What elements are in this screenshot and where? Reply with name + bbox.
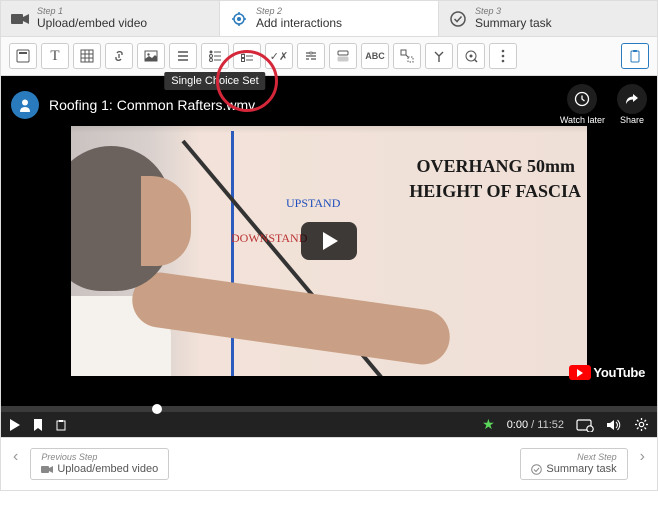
fill-blanks-button[interactable] xyxy=(297,43,325,69)
bookmark-control[interactable] xyxy=(33,418,43,432)
play-button[interactable] xyxy=(301,222,357,260)
video-content: OVERHANG 50mm HEIGHT OF FASCIA UPSTAND D… xyxy=(1,76,657,406)
nav-label: Next Step xyxy=(531,453,616,463)
step-title: Summary task xyxy=(475,17,552,30)
image-button[interactable] xyxy=(137,43,165,69)
truefalse-button[interactable]: ✓✗ xyxy=(265,43,293,69)
nav-label: Previous Step xyxy=(41,453,158,463)
play-icon xyxy=(323,232,338,250)
video-title[interactable]: Roofing 1: Common Rafters.wmv xyxy=(49,97,550,113)
table-button[interactable] xyxy=(73,43,101,69)
check-circle-icon xyxy=(449,10,467,28)
statements-button[interactable] xyxy=(169,43,197,69)
player-controls: ★ 0:00 / 11:52 xyxy=(1,412,657,437)
check-icon xyxy=(531,464,542,475)
nav-title: Summary task xyxy=(531,463,616,475)
play-control[interactable] xyxy=(9,418,21,432)
nav-title: Upload/embed video xyxy=(41,463,158,475)
step-title: Upload/embed video xyxy=(37,17,147,30)
video-timeline[interactable] xyxy=(1,406,657,412)
volume-control[interactable] xyxy=(606,418,622,432)
step-3-tab[interactable]: Step 3 Summary task xyxy=(439,1,657,36)
multi-choice-button[interactable] xyxy=(233,43,261,69)
board-overhang: OVERHANG 50mm xyxy=(417,156,576,177)
share-button[interactable]: Share xyxy=(617,84,647,125)
video-icon xyxy=(41,465,53,474)
crossroads-button[interactable] xyxy=(425,43,453,69)
youtube-logo[interactable]: YouTube xyxy=(569,365,645,380)
tooltip: Single Choice Set xyxy=(164,72,265,90)
interact-icon xyxy=(230,10,248,28)
video-area: OVERHANG 50mm HEIGHT OF FASCIA UPSTAND D… xyxy=(0,76,658,438)
nav-footer: ‹ Previous Step Upload/embed video Next … xyxy=(0,438,658,491)
channel-avatar[interactable] xyxy=(11,91,39,119)
board-height: HEIGHT OF FASCIA xyxy=(409,181,581,202)
prev-chevron[interactable]: ‹ xyxy=(9,448,22,480)
interaction-toolbar: T Single Choice Set ✓✗ ABC xyxy=(0,37,658,76)
next-step-button[interactable]: Next Step Summary task xyxy=(520,448,627,480)
bookmark-marker[interactable] xyxy=(152,404,162,414)
video-frame[interactable]: OVERHANG 50mm HEIGHT OF FASCIA UPSTAND D… xyxy=(1,76,657,406)
step-title: Add interactions xyxy=(256,17,342,30)
prev-step-button[interactable]: Previous Step Upload/embed video xyxy=(30,448,169,480)
board-upstand: UPSTAND xyxy=(286,196,340,211)
watch-later-button[interactable]: Watch later xyxy=(560,84,605,125)
step-2-tab[interactable]: Step 2 Add interactions xyxy=(220,1,439,36)
clock-icon xyxy=(567,84,597,114)
youtube-icon xyxy=(569,365,591,380)
single-choice-button[interactable]: Single Choice Set xyxy=(201,43,229,69)
more-button[interactable] xyxy=(489,43,517,69)
nav-hotspot-button[interactable] xyxy=(457,43,485,69)
text-button[interactable]: T xyxy=(41,43,69,69)
link-button[interactable] xyxy=(105,43,133,69)
video-icon xyxy=(11,10,29,28)
label-button[interactable] xyxy=(9,43,37,69)
step-1-tab[interactable]: Step 1 Upload/embed video xyxy=(1,1,220,36)
settings-control[interactable] xyxy=(634,417,649,432)
editor-container: Step 1 Upload/embed video Step 2 Add int… xyxy=(0,0,658,491)
paste-button[interactable] xyxy=(621,43,649,69)
youtube-header: Roofing 1: Common Rafters.wmv Watch late… xyxy=(1,76,657,133)
star-icon[interactable]: ★ xyxy=(482,416,495,433)
next-chevron[interactable]: › xyxy=(636,448,649,480)
time-display: 0:00 / 11:52 xyxy=(507,419,564,431)
drag-text-button[interactable] xyxy=(329,43,357,69)
mark-words-button[interactable]: ABC xyxy=(361,43,389,69)
drag-drop-button[interactable] xyxy=(393,43,421,69)
step-tabs: Step 1 Upload/embed video Step 2 Add int… xyxy=(0,0,658,37)
submit-control[interactable] xyxy=(55,418,67,432)
share-icon xyxy=(617,84,647,114)
quality-control[interactable] xyxy=(576,418,594,432)
